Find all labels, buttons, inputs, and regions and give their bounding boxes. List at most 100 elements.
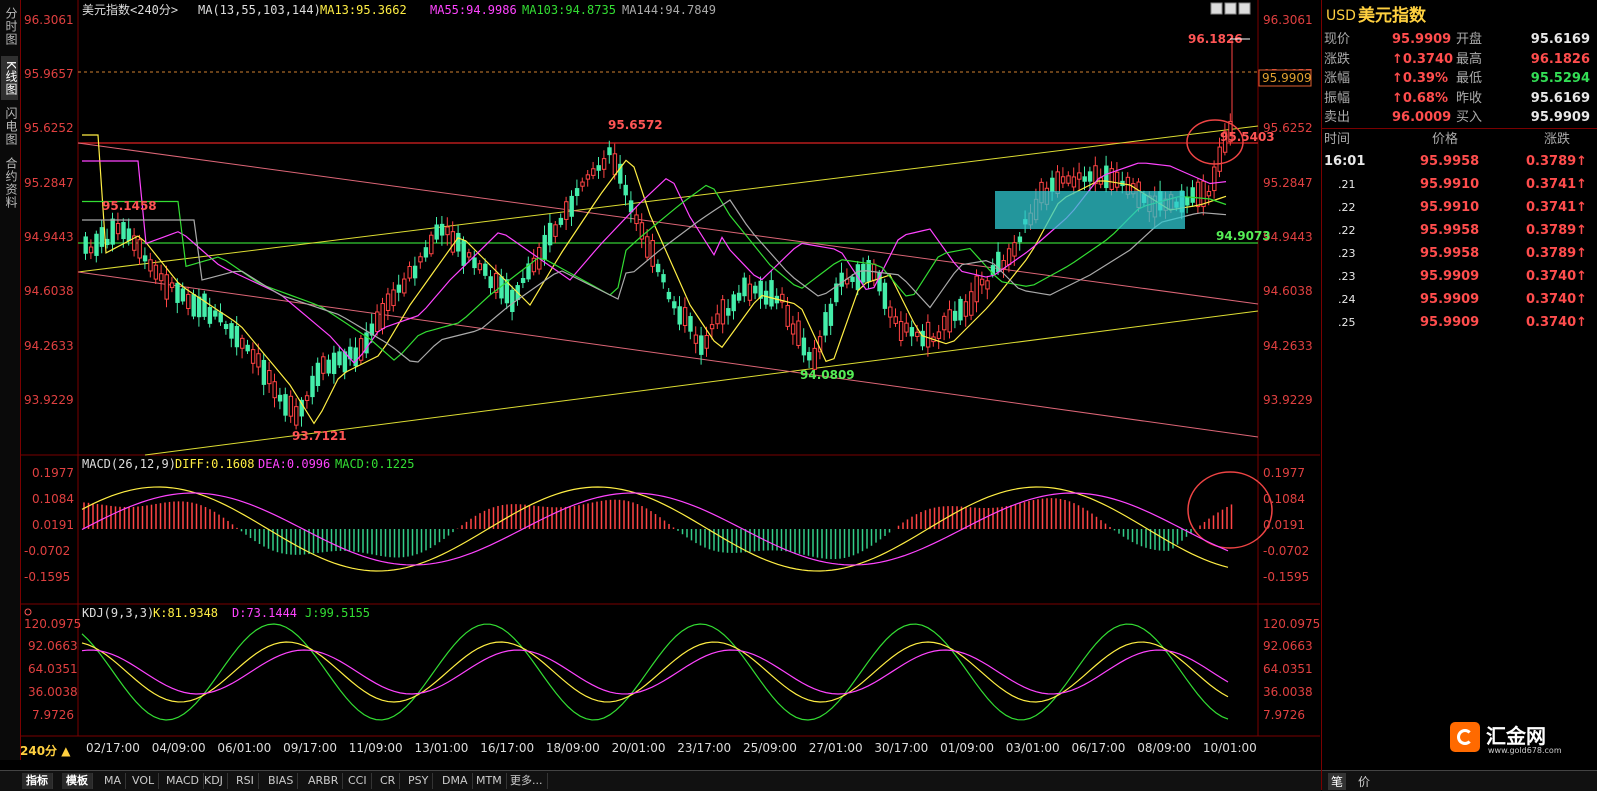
candle-body <box>936 331 942 339</box>
candle-body <box>807 351 812 361</box>
tab-dma[interactable]: DMA <box>438 773 473 789</box>
tab-cci[interactable]: CCI <box>344 773 372 789</box>
candle-body <box>580 181 585 187</box>
candle-body <box>709 324 715 330</box>
kdj-d-line <box>81 649 1229 695</box>
candle-body <box>315 362 321 387</box>
candle-body <box>202 293 207 317</box>
price-annotations: 96.1826 95.6572 95.1458 93.7121 94.0809 … <box>102 32 1275 443</box>
candle-body <box>736 292 742 301</box>
tab-contract-info[interactable]: 合约资料 <box>1 154 18 212</box>
candle-body <box>823 312 828 336</box>
candle-body <box>839 272 844 287</box>
svg-text:94.9073: 94.9073 <box>1216 229 1271 243</box>
candle-body <box>326 359 331 374</box>
ma55-value: MA55:94.9986 <box>430 3 517 17</box>
tab-prices[interactable]: 价 <box>1358 773 1370 790</box>
tab-macd[interactable]: MACD <box>162 773 204 789</box>
candle-body <box>1077 172 1082 180</box>
tab-ma[interactable]: MA <box>100 773 127 789</box>
svg-text:36.0038: 36.0038 <box>28 685 78 699</box>
tab-mtm[interactable]: MTM <box>472 773 507 789</box>
svg-text:94.2633: 94.2633 <box>1263 339 1313 353</box>
tab-indicator[interactable]: 指标 <box>22 773 53 789</box>
svg-text:-0.0702: -0.0702 <box>1263 544 1309 558</box>
candle-body <box>812 347 817 370</box>
settings-icon[interactable] <box>24 608 32 616</box>
candle-body <box>979 278 985 286</box>
time-label: 10/01:00 <box>1203 741 1257 755</box>
candle-body <box>137 239 142 259</box>
candle-body <box>456 232 461 252</box>
tab-psy[interactable]: PSY <box>404 773 434 789</box>
tab-kdj[interactable]: KDJ <box>200 773 228 789</box>
candle-body <box>628 200 634 213</box>
tab-flash[interactable]: 闪电图 <box>1 104 18 148</box>
price-axis-left: 96.3061 95.9657 95.6252 95.2847 94.9443 … <box>24 13 74 407</box>
candle-body <box>650 239 655 267</box>
time-label: 23/17:00 <box>677 741 731 755</box>
svg-text:0.1977: 0.1977 <box>1263 466 1305 480</box>
tick-price: 95.9909 <box>1420 315 1480 330</box>
candle-body <box>472 257 477 269</box>
quote-row: 涨跌 ↑0.3740 最高 96.1826 <box>1322 50 1597 70</box>
tab-more[interactable]: 更多... <box>506 773 548 789</box>
time-label: 09/17:00 <box>283 741 337 755</box>
tick-change: 0.3789↑ <box>1526 223 1588 238</box>
candle-body <box>785 305 790 327</box>
tick-row: .22 95.9910 0.3741↑ <box>1322 198 1597 218</box>
tick-price: 95.9910 <box>1420 200 1480 215</box>
tab-bias[interactable]: BIAS <box>264 773 299 789</box>
candle-body <box>229 323 234 339</box>
highlight-circle-macd <box>1187 471 1273 549</box>
tick-time: .23 <box>1338 247 1356 260</box>
kdj-axis: 120.0975 120.0975 92.0663 92.0663 64.0351 6… <box>24 617 1320 722</box>
candle-body <box>186 293 191 309</box>
candle-body <box>1201 180 1206 208</box>
candle-body <box>223 324 229 330</box>
candle-body <box>310 375 315 398</box>
candle-body <box>283 394 288 416</box>
candle-body <box>634 214 639 225</box>
symbol-code: USD <box>1326 8 1356 24</box>
tick-row: .23 95.9958 0.3789↑ <box>1322 244 1597 264</box>
time-label: 06/01:00 <box>217 741 271 755</box>
candle-body <box>672 301 677 309</box>
kdj-k: K:81.9348 <box>153 606 218 620</box>
tab-template[interactable]: 模板 <box>62 773 93 789</box>
tab-timeshare[interactable]: 分时图 <box>1 4 18 48</box>
kdj-title: KDJ(9,3,3) <box>82 606 154 620</box>
tick-price: 95.9910 <box>1420 177 1480 192</box>
period-selector[interactable]: 240分 ▲ <box>20 742 70 759</box>
left-tab-bar: 分时图 K线图 闪电图 合约资料 <box>0 0 21 760</box>
candle-body <box>828 303 834 326</box>
tab-rsi[interactable]: RSI <box>232 773 259 789</box>
quote-label: 卖出 <box>1324 110 1351 125</box>
quote-label: 最低 <box>1456 71 1483 86</box>
tab-arbr[interactable]: ARBR <box>304 773 344 789</box>
svg-text:0.1084: 0.1084 <box>32 492 74 506</box>
candle-body <box>272 381 277 399</box>
candle-body <box>423 247 429 258</box>
candle-body <box>974 275 979 303</box>
candle-body <box>547 222 553 246</box>
candle-body <box>483 263 488 276</box>
candle-body <box>682 307 688 327</box>
tab-kline[interactable]: K线图 <box>1 56 18 100</box>
candle-body <box>790 323 796 335</box>
kline-chart[interactable]: 美元指数<240分> MA(13,55,103,144) MA13:95.366… <box>20 0 1320 770</box>
tab-cr[interactable]: CR <box>376 773 401 789</box>
candle-body <box>304 395 310 401</box>
candle-body <box>742 277 747 297</box>
tab-vol[interactable]: VOL <box>128 773 160 789</box>
tick-time: 16:01 <box>1324 154 1366 169</box>
tab-trades[interactable]: 笔 <box>1328 773 1347 790</box>
svg-text:94.6038: 94.6038 <box>1263 284 1313 298</box>
zoom-controls[interactable] <box>1210 2 1251 15</box>
candle-body <box>888 306 893 318</box>
macd-diff: DIFF:0.1608 <box>175 457 254 471</box>
candle-body <box>850 276 855 282</box>
candle-body <box>623 184 628 196</box>
macd-axis: 0.1977 0.1977 0.1084 0.1084 0.0191 0.0191 -… <box>24 466 1309 584</box>
candle-body <box>731 294 736 312</box>
